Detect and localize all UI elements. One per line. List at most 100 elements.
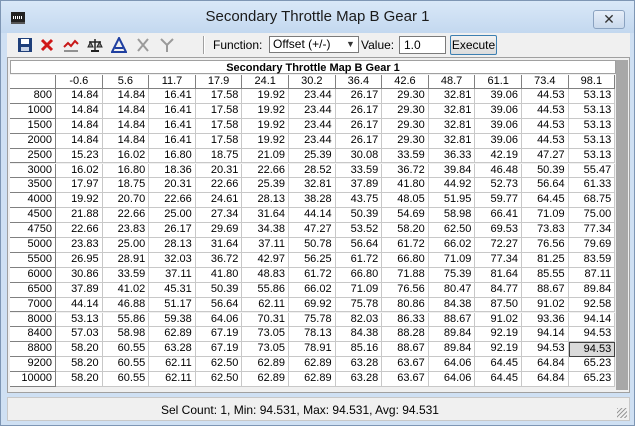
table-cell[interactable]: 50.78: [289, 238, 336, 253]
column-header[interactable]: 17.9: [195, 75, 243, 89]
table-cell[interactable]: 19.92: [242, 133, 289, 149]
table-cell[interactable]: 26.17: [149, 223, 196, 238]
triangle-a-icon[interactable]: [109, 35, 129, 55]
table-cell[interactable]: 56.64: [335, 238, 383, 253]
table-cell[interactable]: 44.53: [522, 103, 569, 119]
table-cell[interactable]: 28.13: [149, 238, 196, 253]
table-cell[interactable]: 65.23: [568, 357, 616, 373]
table-cell[interactable]: 39.84: [428, 163, 476, 179]
table-cell[interactable]: 87.50: [475, 297, 522, 313]
table-cell[interactable]: 41.02: [102, 282, 150, 298]
table-cell[interactable]: 92.19: [475, 342, 522, 358]
table-cell[interactable]: 50.39: [195, 282, 243, 298]
table-cell[interactable]: 46.88: [102, 297, 150, 313]
column-header[interactable]: 42.6: [382, 75, 429, 89]
table-cell[interactable]: 72.27: [475, 238, 522, 253]
table-cell[interactable]: 17.97: [56, 178, 103, 194]
table-cell[interactable]: 53.13: [568, 118, 616, 134]
table-cell[interactable]: 62.89: [242, 357, 289, 373]
table-cell[interactable]: 14.84: [56, 89, 103, 104]
table-cell[interactable]: 28.52: [289, 163, 336, 179]
table-cell[interactable]: 26.17: [335, 103, 383, 119]
table-cell[interactable]: 44.53: [522, 89, 569, 104]
table-cell[interactable]: 21.09: [242, 148, 289, 164]
table-cell[interactable]: 27.34: [195, 208, 243, 224]
table-cell[interactable]: 76.56: [382, 282, 429, 298]
table-cell[interactable]: 19.92: [242, 118, 289, 134]
column-header[interactable]: 73.4: [522, 75, 569, 89]
table-cell[interactable]: 17.58: [195, 133, 243, 149]
table-cell[interactable]: 67.19: [195, 342, 243, 358]
table-cell[interactable]: 63.28: [335, 372, 383, 387]
table-cell[interactable]: 58.98: [428, 208, 476, 224]
save-icon[interactable]: [15, 35, 35, 55]
axis-y-icon[interactable]: [157, 35, 177, 55]
table-cell[interactable]: 14.84: [56, 133, 103, 149]
table-cell[interactable]: 23.44: [289, 133, 336, 149]
table-cell[interactable]: 64.06: [428, 372, 476, 387]
table-cell[interactable]: 84.38: [428, 297, 476, 313]
column-header[interactable]: 36.4: [335, 75, 383, 89]
table-cell[interactable]: 88.28: [382, 327, 429, 343]
column-header[interactable]: 61.1: [475, 75, 522, 89]
table-cell[interactable]: 55.86: [102, 312, 150, 328]
table-cell[interactable]: 70.31: [242, 312, 289, 328]
scale-icon[interactable]: [85, 35, 105, 55]
table-cell[interactable]: 83.59: [568, 252, 616, 268]
row-header[interactable]: 8000: [10, 312, 56, 328]
row-header[interactable]: 10000: [10, 372, 56, 387]
table-cell[interactable]: 25.39: [242, 178, 289, 194]
table-cell[interactable]: 47.27: [289, 223, 336, 238]
table-cell[interactable]: 56.64: [522, 178, 569, 194]
table-cell[interactable]: 62.89: [289, 357, 336, 373]
table-cell[interactable]: 55.47: [568, 163, 616, 179]
table-cell[interactable]: 39.06: [475, 89, 522, 104]
table-cell[interactable]: 19.92: [56, 193, 103, 209]
row-header[interactable]: 9200: [10, 357, 56, 373]
title-bar[interactable]: Secondary Throttle Map B Gear 1 ✕: [1, 1, 634, 33]
row-header[interactable]: 800: [10, 89, 56, 104]
table-cell[interactable]: 58.20: [56, 372, 103, 387]
table-cell[interactable]: 23.83: [56, 238, 103, 253]
row-header[interactable]: 1500: [10, 118, 56, 134]
table-cell[interactable]: 45.31: [149, 282, 196, 298]
table-cell[interactable]: 61.33: [568, 178, 616, 194]
table-cell[interactable]: 71.88: [382, 267, 429, 283]
table-cell[interactable]: 62.11: [149, 372, 196, 387]
table-cell[interactable]: 88.67: [382, 342, 429, 358]
table-cell[interactable]: 29.30: [382, 103, 429, 119]
table-cell[interactable]: 76.56: [522, 238, 569, 253]
table-cell[interactable]: 61.72: [335, 252, 383, 268]
table-cell[interactable]: 33.59: [382, 148, 429, 164]
table-cell[interactable]: 26.17: [335, 133, 383, 149]
value-input[interactable]: 1.0: [399, 36, 446, 54]
table-cell[interactable]: 64.84: [522, 372, 569, 387]
table-cell[interactable]: 58.20: [56, 357, 103, 373]
table-cell[interactable]: 21.88: [56, 208, 103, 224]
column-header[interactable]: 5.6: [102, 75, 150, 89]
table-cell[interactable]: 66.80: [335, 267, 383, 283]
table-cell[interactable]: 26.17: [335, 118, 383, 134]
delete-icon[interactable]: [37, 35, 57, 55]
row-header[interactable]: 4500: [10, 208, 56, 224]
table-cell[interactable]: 47.27: [522, 148, 569, 164]
table-cell[interactable]: 80.86: [382, 297, 429, 313]
table-cell[interactable]: 71.09: [335, 282, 383, 298]
table-cell[interactable]: 91.02: [522, 297, 569, 313]
table-cell[interactable]: 37.11: [242, 238, 289, 253]
table-cell[interactable]: 44.14: [56, 297, 103, 313]
table-cell[interactable]: 64.45: [475, 357, 522, 373]
table-cell[interactable]: 77.34: [568, 223, 616, 238]
table-cell[interactable]: 37.89: [335, 178, 383, 194]
table-cell[interactable]: 17.58: [195, 118, 243, 134]
table-cell[interactable]: 89.84: [428, 342, 476, 358]
table-cell[interactable]: 66.02: [428, 238, 476, 253]
table-cell[interactable]: 53.13: [568, 148, 616, 164]
table-cell[interactable]: 75.00: [568, 208, 616, 224]
table-cell[interactable]: 36.72: [195, 252, 243, 268]
table-cell[interactable]: 64.45: [475, 372, 522, 387]
row-header[interactable]: 3500: [10, 178, 56, 194]
table-cell[interactable]: 94.14: [522, 327, 569, 343]
table-cell[interactable]: 75.39: [428, 267, 476, 283]
table-cell[interactable]: 50.39: [335, 208, 383, 224]
